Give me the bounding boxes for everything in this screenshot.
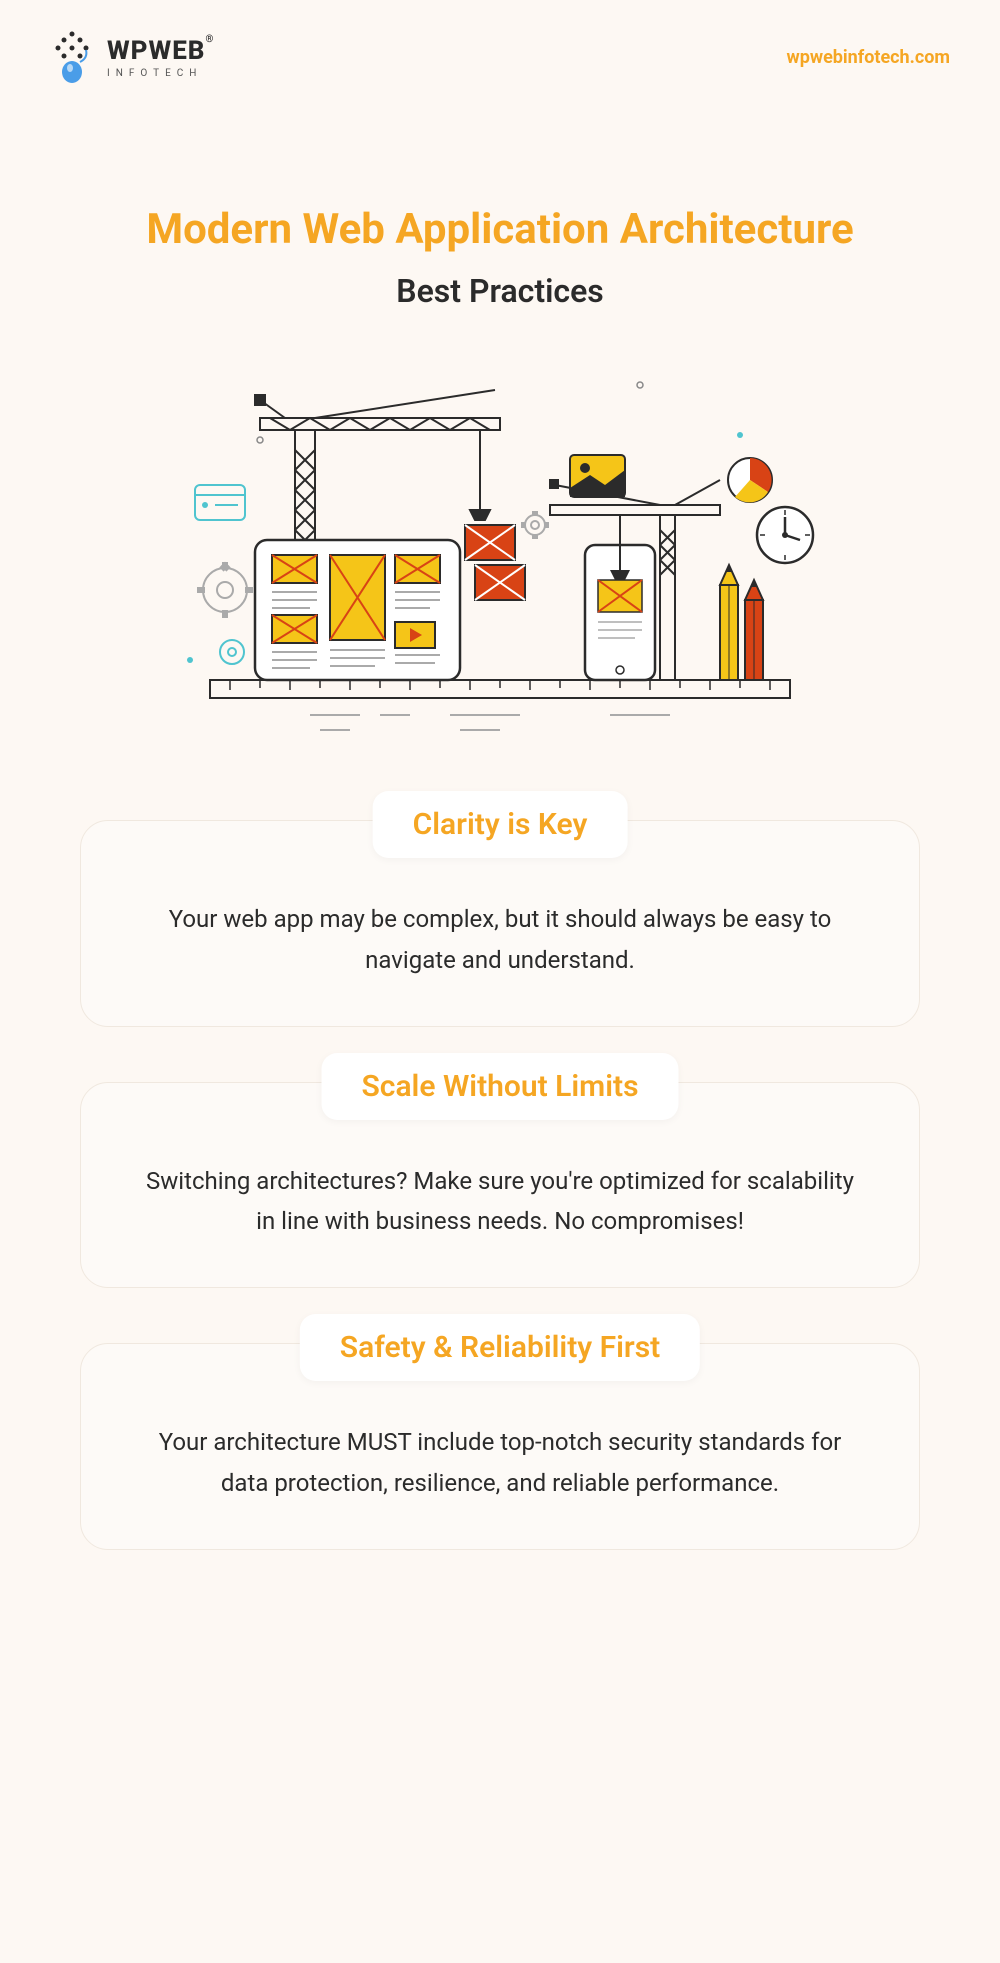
logo-main-text: WPWEB® (107, 36, 214, 66)
logo: WPWEB® INFOTECH (50, 30, 214, 85)
main-title: Modern Web Application Architecture (50, 205, 950, 254)
card-badge: Scale Without Limits (321, 1053, 678, 1120)
card-title: Safety & Reliability First (340, 1330, 660, 1365)
logo-sub-text: INFOTECH (107, 68, 214, 79)
card-scale: Scale Without Limits Switching architect… (80, 1082, 920, 1289)
card-body: Your architecture MUST include top-notch… (141, 1422, 859, 1504)
card-badge: Clarity is Key (373, 791, 628, 858)
hero-illustration (160, 370, 840, 750)
card-badge: Safety & Reliability First (300, 1314, 700, 1381)
card-clarity: Clarity is Key Your web app may be compl… (80, 820, 920, 1027)
card-body: Switching architectures? Make sure you'r… (141, 1161, 859, 1243)
logo-icon (50, 30, 95, 85)
cards-container: Clarity is Key Your web app may be compl… (0, 820, 1000, 1550)
card-safety: Safety & Reliability First Your architec… (80, 1343, 920, 1550)
card-title: Clarity is Key (413, 807, 588, 842)
title-section: Modern Web Application Architecture Best… (0, 115, 1000, 340)
subtitle: Best Practices (50, 272, 950, 310)
logo-text: WPWEB® INFOTECH (107, 36, 214, 79)
card-body: Your web app may be complex, but it shou… (141, 899, 859, 981)
header: WPWEB® INFOTECH wpwebinfotech.com (0, 0, 1000, 115)
card-title: Scale Without Limits (361, 1069, 638, 1104)
website-link[interactable]: wpwebinfotech.com (787, 47, 951, 68)
